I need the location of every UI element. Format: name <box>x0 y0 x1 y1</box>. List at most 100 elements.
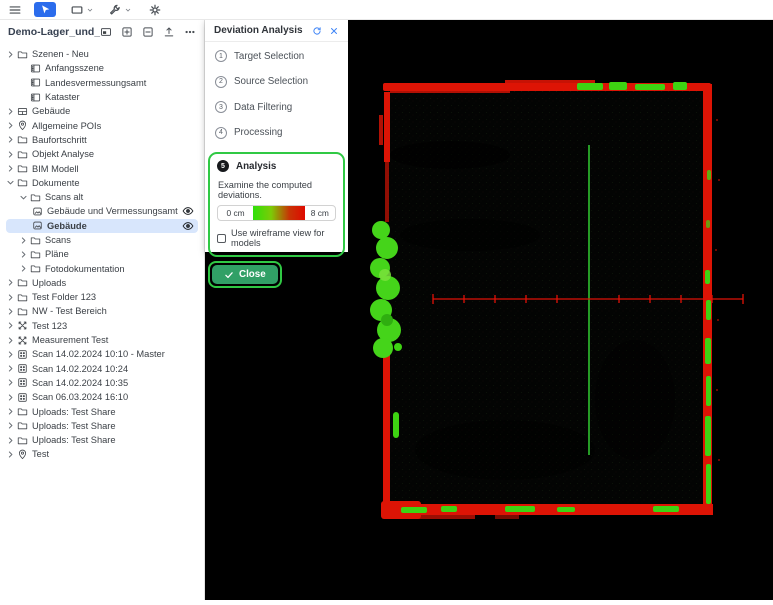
top-toolbar <box>0 0 773 20</box>
scan-icon <box>17 377 28 388</box>
tree-item-anfangsszene[interactable]: Anfangsszene <box>6 61 198 75</box>
panorama-icon <box>17 106 28 117</box>
cursor-icon <box>40 4 51 15</box>
measurement-icon <box>17 335 28 346</box>
image-icon <box>32 206 43 217</box>
analysis-description: Examine the computed deviations. <box>218 180 336 200</box>
dialog-title: Deviation Analysis <box>214 25 303 36</box>
analysis-highlight-box: 5 Analysis Examine the computed deviatio… <box>208 152 345 257</box>
upload-icon[interactable] <box>163 26 175 38</box>
tree-item-landesvermessungsamt[interactable]: Landesvermessungsamt <box>6 76 198 90</box>
tree-item-test-123[interactable]: Test 123 <box>6 319 198 333</box>
tree-item-uploads-test-share-1[interactable]: Uploads: Test Share <box>6 404 198 418</box>
tree-item-uploads-test-share-3[interactable]: Uploads: Test Share <box>6 433 198 447</box>
select-tool-button[interactable] <box>34 2 56 17</box>
folder-icon <box>17 420 28 431</box>
deviation-gradient <box>253 206 305 220</box>
folder-icon <box>17 435 28 446</box>
pin-icon <box>17 449 28 460</box>
tree-item-uploads-test-share-2[interactable]: Uploads: Test Share <box>6 419 198 433</box>
scene-icon <box>30 92 41 103</box>
tree-item-scan-1035[interactable]: Scan 14.02.2024 10:35 <box>6 376 198 390</box>
tree-item-szenen-neu[interactable]: Szenen - Neu <box>6 47 198 61</box>
measurement-icon <box>17 320 28 331</box>
tree-item-scan-1024[interactable]: Scan 14.02.2024 10:24 <box>6 362 198 376</box>
wireframe-checkbox[interactable] <box>217 234 226 243</box>
close-highlight-box: Close <box>208 261 282 288</box>
scene-icon <box>30 63 41 74</box>
folder-icon <box>17 49 28 60</box>
refresh-icon[interactable] <box>312 26 322 36</box>
eye-visibility-icon[interactable] <box>182 220 194 232</box>
tree-item-gebaeude[interactable]: Gebäude <box>6 104 198 118</box>
project-title: Demo-Lager_und_Bueroge... <box>8 26 100 38</box>
scan-icon <box>17 363 28 374</box>
sidebar-header: Demo-Lager_und_Bueroge... <box>0 20 204 44</box>
tree-item-uploads[interactable]: Uploads <box>6 276 198 290</box>
scene-frame-icon[interactable] <box>100 26 112 38</box>
step-target-selection[interactable]: 1 Target Selection <box>215 50 338 62</box>
tree-item-gebaeude-und-vermessungsamt[interactable]: Gebäude und Vermessungsamt <box>6 204 198 218</box>
folder-icon <box>30 235 41 246</box>
tree-item-gebaeude-selected[interactable]: Gebäude <box>6 219 198 233</box>
folder-icon <box>17 163 28 174</box>
tree-item-scan-1010-master[interactable]: Scan 14.02.2024 10:10 - Master <box>6 347 198 361</box>
scan-icon <box>17 349 28 360</box>
wrench-icon <box>108 3 122 17</box>
eye-visibility-icon[interactable] <box>182 205 194 217</box>
scale-min-label: 0 cm <box>218 206 253 220</box>
tree-item-objekt-analyse[interactable]: Objekt Analyse <box>6 147 198 161</box>
tree-item-nw-test-bereich[interactable]: NW - Test Bereich <box>6 304 198 318</box>
tree-item-test-folder-123[interactable]: Test Folder 123 <box>6 290 198 304</box>
dialog-header: Deviation Analysis <box>205 20 348 42</box>
close-icon[interactable] <box>329 26 339 36</box>
tree-item-baufortschritt[interactable]: Baufortschritt <box>6 133 198 147</box>
tree-item-plaene[interactable]: Pläne <box>6 247 198 261</box>
folder-icon <box>17 406 28 417</box>
chevron-down-icon <box>86 6 94 14</box>
folder-icon <box>17 292 28 303</box>
scan-icon <box>17 392 28 403</box>
project-tree-sidebar: Demo-Lager_und_Bueroge... Szenen - Neu A… <box>0 20 205 600</box>
3d-viewport[interactable]: Deviation Analysis 1 Target Selection 2 … <box>205 20 773 600</box>
chevron-down-icon <box>124 6 132 14</box>
tree-item-bim-modell[interactable]: BIM Modell <box>6 161 198 175</box>
deviation-color-scale[interactable]: 0 cm 8 cm <box>217 205 336 221</box>
wireframe-option-row: Use wireframe view for models <box>217 228 336 248</box>
wireframe-checkbox-label: Use wireframe view for models <box>231 228 336 248</box>
tree-item-kataster[interactable]: Kataster <box>6 90 198 104</box>
step-source-selection[interactable]: 2 Source Selection <box>215 76 338 88</box>
settings-gear-icon[interactable] <box>148 3 162 17</box>
scene-icon <box>30 77 41 88</box>
add-square-icon[interactable] <box>121 26 133 38</box>
menu-icon[interactable] <box>8 3 22 17</box>
step-data-filtering[interactable]: 3 Data Filtering <box>215 101 338 113</box>
folder-icon <box>30 263 41 274</box>
tree-item-scans[interactable]: Scans <box>6 233 198 247</box>
step-processing[interactable]: 4 Processing <box>215 127 338 139</box>
tree-item-test[interactable]: Test <box>6 447 198 461</box>
tree-item-scans-alt[interactable]: Scans alt <box>6 190 198 204</box>
folder-icon <box>17 306 28 317</box>
tree-item-allgemeine-pois[interactable]: Allgemeine POIs <box>6 118 198 132</box>
tree-item-fotodokumentation[interactable]: Fotodokumentation <box>6 261 198 275</box>
deviation-analysis-dialog: Deviation Analysis 1 Target Selection 2 … <box>205 20 348 252</box>
tools-button[interactable] <box>108 3 132 17</box>
more-options-icon[interactable] <box>184 26 196 38</box>
folder-icon <box>30 192 41 203</box>
tree-item-scan-1610[interactable]: Scan 06.03.2024 16:10 <box>6 390 198 404</box>
file-tree: Szenen - Neu Anfangsszene Landesvermessu… <box>0 44 204 462</box>
rectangle-tool-icon <box>70 3 84 17</box>
tree-item-dokumente[interactable]: Dokumente <box>6 176 198 190</box>
scale-max-label: 8 cm <box>305 206 335 220</box>
folder-icon <box>17 177 28 188</box>
folder-icon <box>17 134 28 145</box>
collapse-square-icon[interactable] <box>142 26 154 38</box>
shape-tool-button[interactable] <box>70 3 94 17</box>
folder-icon <box>17 277 28 288</box>
step-analysis[interactable]: 5 Analysis <box>217 160 336 172</box>
image-icon <box>32 220 43 231</box>
wizard-steps: 1 Target Selection 2 Source Selection 3 … <box>205 42 348 139</box>
tree-item-measurement-test[interactable]: Measurement Test <box>6 333 198 347</box>
close-button[interactable]: Close <box>212 265 278 284</box>
